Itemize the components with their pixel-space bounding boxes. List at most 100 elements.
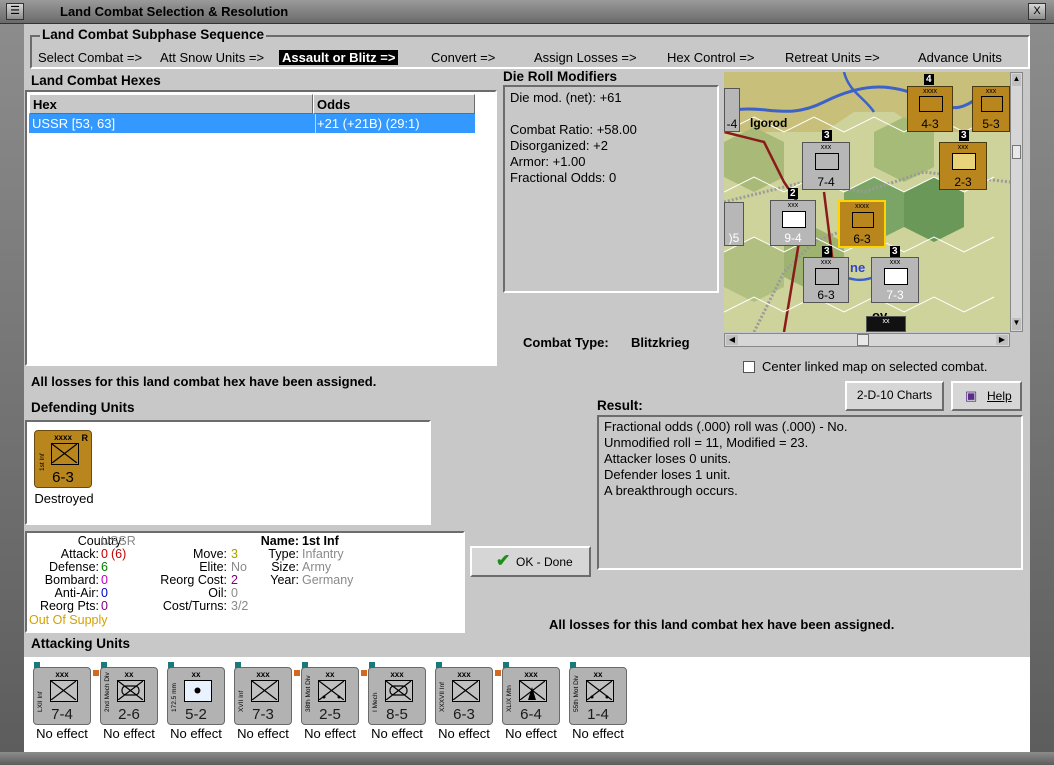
detail-value: Germany xyxy=(302,573,354,587)
detail-value: 6 xyxy=(101,560,108,574)
linked-map[interactable]: lgorod ne ov xxxx4-3 4 xxx5-3 xxx7-4 3 x… xyxy=(724,72,1010,332)
bottom-frame xyxy=(0,752,1054,765)
map-counter[interactable]: -4 xyxy=(724,88,740,132)
unit-flag-icon xyxy=(34,662,40,668)
attacking-unit-counter[interactable]: xx 55th Mot Div 1-4 xyxy=(569,662,627,725)
detail-value: Army xyxy=(302,560,332,574)
unit-status: No effect xyxy=(438,726,490,741)
window-menu-icon[interactable]: ☰ xyxy=(6,3,24,20)
detail-label: Attack: xyxy=(60,547,99,561)
scroll-thumb[interactable] xyxy=(857,334,869,346)
attacking-unit-counter[interactable]: xx 172.5 mm 5-2 xyxy=(167,662,225,725)
step-hex-control[interactable]: Hex Control => xyxy=(667,50,754,65)
unit-status: No effect xyxy=(371,726,423,741)
scroll-up-icon[interactable]: ▲ xyxy=(1012,74,1021,86)
scroll-down-icon[interactable]: ▼ xyxy=(1012,318,1021,330)
unit-strength: 2-5 xyxy=(319,706,341,723)
step-retreat-units[interactable]: Retreat Units => xyxy=(785,50,880,65)
center-map-label: Center linked map on selected combat. xyxy=(762,359,988,374)
map-counter-selected[interactable]: xxxx 6-3 xyxy=(838,200,886,248)
center-map-checkbox[interactable] xyxy=(743,361,755,373)
map-counter[interactable]: xxx 9-4 xyxy=(770,200,816,246)
supply-marker-icon xyxy=(495,670,501,676)
detail-value: USSR xyxy=(101,534,136,548)
map-counter[interactable]: xxx 6-3 xyxy=(803,257,849,303)
step-assign-losses[interactable]: Assign Losses => xyxy=(534,50,637,65)
stack-count: 3 xyxy=(822,130,832,141)
step-select-combat[interactable]: Select Combat => xyxy=(38,50,142,65)
mech-symbol-icon xyxy=(385,680,413,702)
scroll-left-icon[interactable]: ◀ xyxy=(726,335,738,345)
step-convert[interactable]: Convert => xyxy=(431,50,495,65)
map-horizontal-scrollbar[interactable]: ◀ ▶ xyxy=(724,333,1010,347)
unit-strength: 7-4 xyxy=(51,706,73,723)
stack-count: 3 xyxy=(822,246,832,257)
attacking-unit-counter[interactable]: xx 38th Mot Div 2-5 xyxy=(294,662,359,725)
map-counter[interactable]: )5 xyxy=(724,202,744,246)
map-counter[interactable]: xxx 7-3 xyxy=(871,257,919,303)
die-roll-header: Die Roll Modifiers xyxy=(503,69,618,84)
art-symbol-icon xyxy=(184,680,212,702)
right-frame xyxy=(1030,24,1054,765)
column-header-hex[interactable]: Hex xyxy=(29,94,313,114)
map-counter[interactable]: xxxx 4-3 xyxy=(907,86,953,132)
map-partial-label: ne xyxy=(850,260,866,275)
unit-name: 1st Inf xyxy=(302,534,339,548)
infantry-symbol-icon xyxy=(51,443,79,465)
checkmark-icon: ✔ xyxy=(496,551,511,570)
detail-label: Elite: xyxy=(199,560,227,574)
step-att-snow-units[interactable]: Att Snow Units => xyxy=(160,50,264,65)
unit-flag-icon xyxy=(235,662,241,668)
close-button[interactable]: X xyxy=(1028,3,1046,20)
stack-count: 3 xyxy=(890,246,900,257)
supply-status: Out Of Supply xyxy=(29,613,108,627)
step-assault-or-blitz[interactable]: Assault or Blitz => xyxy=(279,50,399,65)
map-counter[interactable]: xx xyxy=(866,316,906,332)
unit-flag-icon xyxy=(168,662,174,668)
combat-type-label: Combat Type: xyxy=(523,335,609,350)
step-advance-units[interactable]: Advance Units xyxy=(918,50,1002,65)
die-mod-line: Disorganized: +2 xyxy=(510,138,608,153)
die-mod-line: Armor: +1.00 xyxy=(510,154,586,169)
defending-units-panel: xxxx R 1st Inf 6-3 Destroyed xyxy=(25,420,431,525)
map-counter[interactable]: xxx 7-4 xyxy=(802,142,850,190)
detail-label: Year: xyxy=(270,573,299,587)
detail-label: Reorg Cost: xyxy=(160,573,227,587)
unit-status: No effect xyxy=(237,726,289,741)
result-line: Attacker loses 0 units. xyxy=(604,451,732,466)
land-combat-window: ☰ Land Combat Selection & Resolution X L… xyxy=(0,0,1054,765)
defending-unit-counter[interactable]: xxxx R 1st Inf 6-3 xyxy=(34,430,92,488)
detail-label: Name: xyxy=(260,534,299,548)
table-row[interactable]: USSR [53, 63] +21 (+21B) (29:1) xyxy=(29,114,475,133)
attacking-unit-counter[interactable]: xxx XXXVII Inf 6-3 xyxy=(435,662,493,725)
detail-label: Move: xyxy=(192,547,227,561)
unit-details-panel: Country: USSR Attack: 0 (6) Defense: 6 B… xyxy=(25,531,465,633)
scroll-thumb[interactable] xyxy=(1012,145,1021,159)
help-label: Help xyxy=(987,389,1012,403)
result-line: Fractional odds (.000) roll was (.000) -… xyxy=(604,419,848,434)
map-vertical-scrollbar[interactable]: ▲ ▼ xyxy=(1010,72,1023,332)
map-counter[interactable]: xxx 5-3 xyxy=(972,86,1010,132)
attacking-unit-counter[interactable]: xxx LXII Inf 7-4 xyxy=(33,662,91,725)
combat-type-value: Blitzkrieg xyxy=(631,335,690,350)
odds-cell: +21 (+21B) (29:1) xyxy=(317,116,420,131)
stack-count: 2 xyxy=(788,188,798,199)
attacking-unit-counter[interactable]: xxx XVII Inf 7-3 xyxy=(234,662,292,725)
attacking-unit-counter[interactable]: xxx XLIX Mtn 6-4 xyxy=(495,662,560,725)
help-button[interactable]: ▣ Help xyxy=(951,381,1022,411)
charts-button[interactable]: 2-D-10 Charts xyxy=(845,381,944,411)
unit-strength: 8-5 xyxy=(386,706,408,723)
ok-done-button[interactable]: ✔ OK - Done xyxy=(470,546,591,577)
inf-symbol-icon xyxy=(50,680,78,702)
hex-cell: USSR [53, 63] xyxy=(32,116,116,131)
unit-flag-icon xyxy=(570,662,576,668)
die-mod-net: Die mod. (net): +61 xyxy=(510,90,622,105)
column-header-odds[interactable]: Odds xyxy=(313,94,475,114)
attacking-unit-counter[interactable]: xx 2nd Mech Div 2-6 xyxy=(93,662,158,725)
scroll-right-icon[interactable]: ▶ xyxy=(996,335,1008,345)
inf-symbol-icon xyxy=(452,680,480,702)
map-counter[interactable]: xxx 2-3 xyxy=(939,142,987,190)
hexes-table: Hex Odds USSR [53, 63] +21 (+21B) (29:1) xyxy=(25,90,497,366)
attacking-unit-counter[interactable]: xxx I Mech 8-5 xyxy=(361,662,426,725)
hexes-header: Land Combat Hexes xyxy=(31,73,161,88)
